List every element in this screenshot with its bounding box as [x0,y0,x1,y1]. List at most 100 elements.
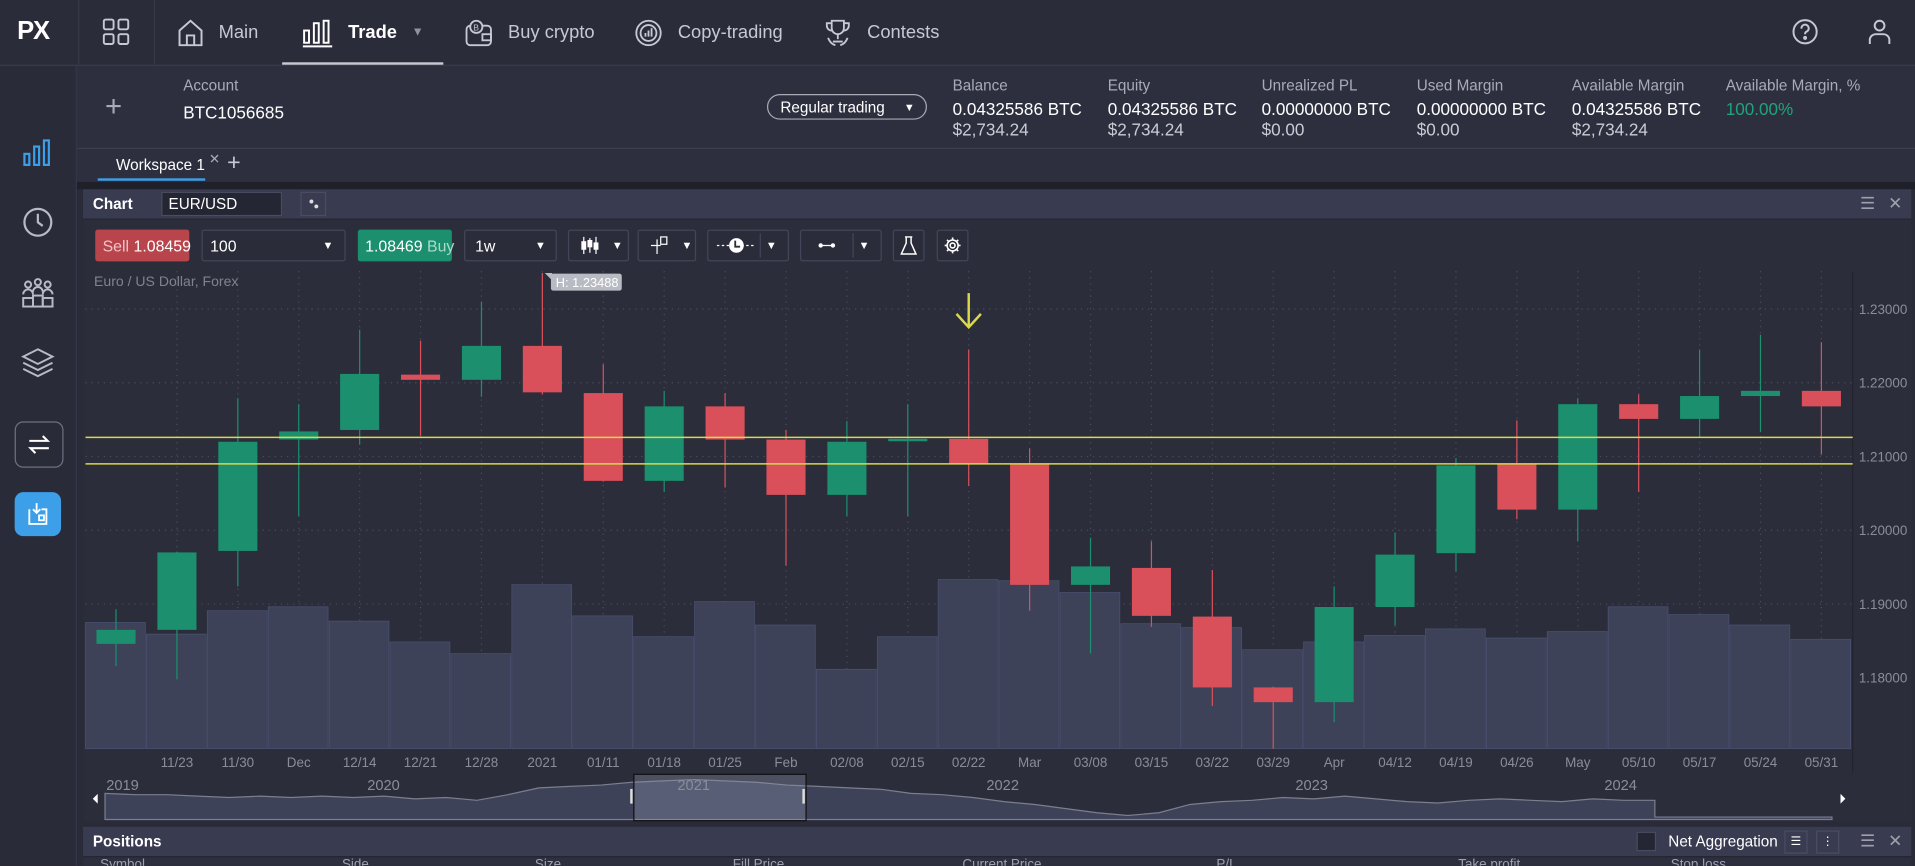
candle-body-bearish [1619,404,1659,419]
candle-body-bullish [461,345,502,380]
candle-body-bullish [1740,390,1781,397]
navigator-handle[interactable] [802,788,805,804]
candle-body-bearish [1497,463,1537,510]
volume-bar [815,668,877,750]
high-marker-label: H: 1.23488 [556,275,619,290]
navigator-year-label: 2023 [1295,778,1328,794]
navigator-year-label: 2021 [677,778,710,794]
x-tick-label: 12/21 [404,755,438,770]
volume-bar [1668,614,1730,750]
candle-body-bullish [218,441,258,551]
x-tick-label: 03/29 [1256,755,1290,770]
volume-bar [1120,623,1182,750]
x-tick-label: 12/14 [343,755,377,770]
volume-bar [1485,637,1547,750]
x-tick-label: 2021 [527,755,557,770]
candle-body-bullish [96,629,136,644]
volume-bar [389,641,451,750]
column-header[interactable]: Symbol [100,857,145,866]
candle-body-bearish [522,345,562,393]
navigator-selection-window[interactable] [633,773,807,822]
x-tick-label: 03/15 [1135,755,1169,770]
candle-body-bullish [279,431,319,440]
panel-close-icon[interactable]: ✕ [1888,830,1902,851]
y-tick-label: 1.20000 [1859,523,1908,538]
x-tick-label: Feb [774,755,797,770]
collapse-rows-icon[interactable]: ⋮ [1816,830,1840,854]
candle-body-bullish [888,438,928,442]
candle-body-bullish [1680,396,1720,419]
x-tick-label: 05/24 [1744,755,1778,770]
x-tick-label: 04/12 [1378,755,1412,770]
column-header[interactable]: Size [535,857,561,866]
x-tick-label: 05/10 [1622,755,1656,770]
x-tick-label: 02/08 [830,755,864,770]
volume-bar [1364,635,1425,750]
column-header[interactable]: Fill Price [733,857,785,866]
candle-body-bullish [1436,465,1476,554]
x-tick-label: 12/28 [465,755,499,770]
x-tick-label: Dec [287,755,311,770]
y-tick-label: 1.23000 [1859,302,1908,317]
candle-body-bullish [1558,404,1598,510]
x-tick-label: 04/19 [1439,755,1473,770]
volume-bar [694,601,755,750]
x-tick-label: May [1565,755,1591,770]
x-tick-label: 11/23 [161,755,194,770]
net-aggregation-checkbox[interactable] [1636,831,1657,852]
candle-body-bullish [340,373,380,430]
navigator-year-label: 2020 [367,778,400,794]
x-tick-label: 03/08 [1074,755,1108,770]
expand-rows-icon[interactable]: ☰ [1784,830,1808,854]
down-arrow-annotation-icon [955,293,982,330]
candle-body-bullish [827,441,867,495]
navigator-year-label: 2024 [1604,778,1637,794]
candle-body-bearish [1801,390,1841,407]
column-header[interactable]: Take profit [1458,857,1520,866]
column-header[interactable]: Current Price [962,857,1041,866]
x-tick-label: 01/11 [587,755,620,770]
column-header[interactable]: Stop loss [1671,857,1726,866]
volume-bar [876,636,938,750]
volume-bar [511,584,573,750]
x-tick-label: 02/15 [891,755,925,770]
volume-bar [1729,624,1791,750]
x-tick-label: Apr [1324,755,1345,770]
candle-body-bullish [157,552,197,630]
positions-table-header: Symbol Side Size Fill Price Current Pric… [83,857,1912,866]
candle-body-bullish [1375,554,1415,608]
volume-bar [1790,638,1852,750]
panel-menu-icon[interactable]: ☰ [1860,830,1875,851]
volume-bar [1546,631,1608,750]
x-tick-label: Mar [1018,755,1042,770]
candle-body-bullish [1314,607,1354,703]
navigator-year-label: 2019 [106,778,139,794]
column-header[interactable]: Side [342,857,369,866]
x-tick-label: 01/25 [708,755,742,770]
net-aggregation-label: Net Aggregation [1668,832,1778,851]
x-tick-label: 02/22 [952,755,986,770]
volume-bar [1425,628,1486,750]
candle-body-bearish [949,438,989,464]
x-tick-label: 03/22 [1196,755,1230,770]
y-tick-label: 1.22000 [1859,376,1908,391]
candle-body-bearish [1010,463,1050,585]
price-chart[interactable]: 1.23000 1.22000 1.21000 1.20000 1.19000 1.180… [0,0,1915,866]
volume-bar [450,653,512,750]
volume-bar [267,606,329,750]
volume-bar [572,615,633,750]
y-tick-label: 1.21000 [1859,449,1908,464]
volume-bar [328,620,390,750]
candle-body-bearish [1192,616,1232,688]
volume-bar [755,624,816,750]
volume-bar [937,579,999,750]
x-tick-label: 11/30 [222,755,255,770]
navigator-handle[interactable] [630,788,633,804]
y-tick-label: 1.19000 [1859,597,1908,612]
y-tick-label: 1.18000 [1859,671,1908,686]
candle-body-bearish [1131,567,1171,616]
x-tick-label: 01/18 [647,755,681,770]
x-tick-label: 05/17 [1683,755,1717,770]
column-header[interactable]: P/L [1216,857,1236,866]
volume-bar [1607,606,1669,750]
